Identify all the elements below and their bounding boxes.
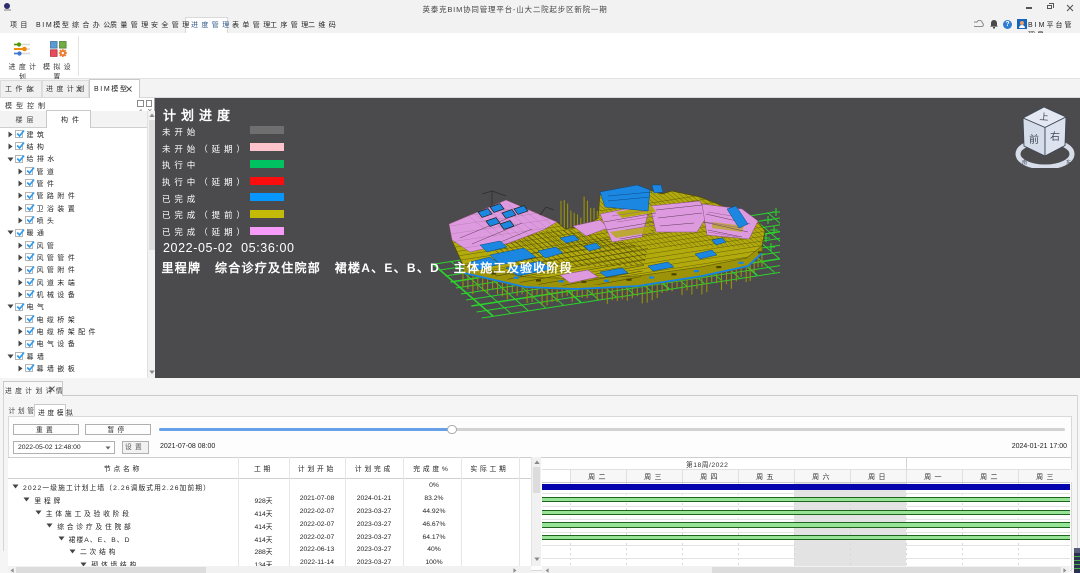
svg-text:东: 东 — [1066, 159, 1071, 166]
svg-text:右: 右 — [1050, 130, 1060, 143]
svg-text:前: 前 — [1029, 133, 1039, 146]
svg-text:南: 南 — [1022, 159, 1027, 166]
svg-text:上: 上 — [1039, 112, 1049, 123]
